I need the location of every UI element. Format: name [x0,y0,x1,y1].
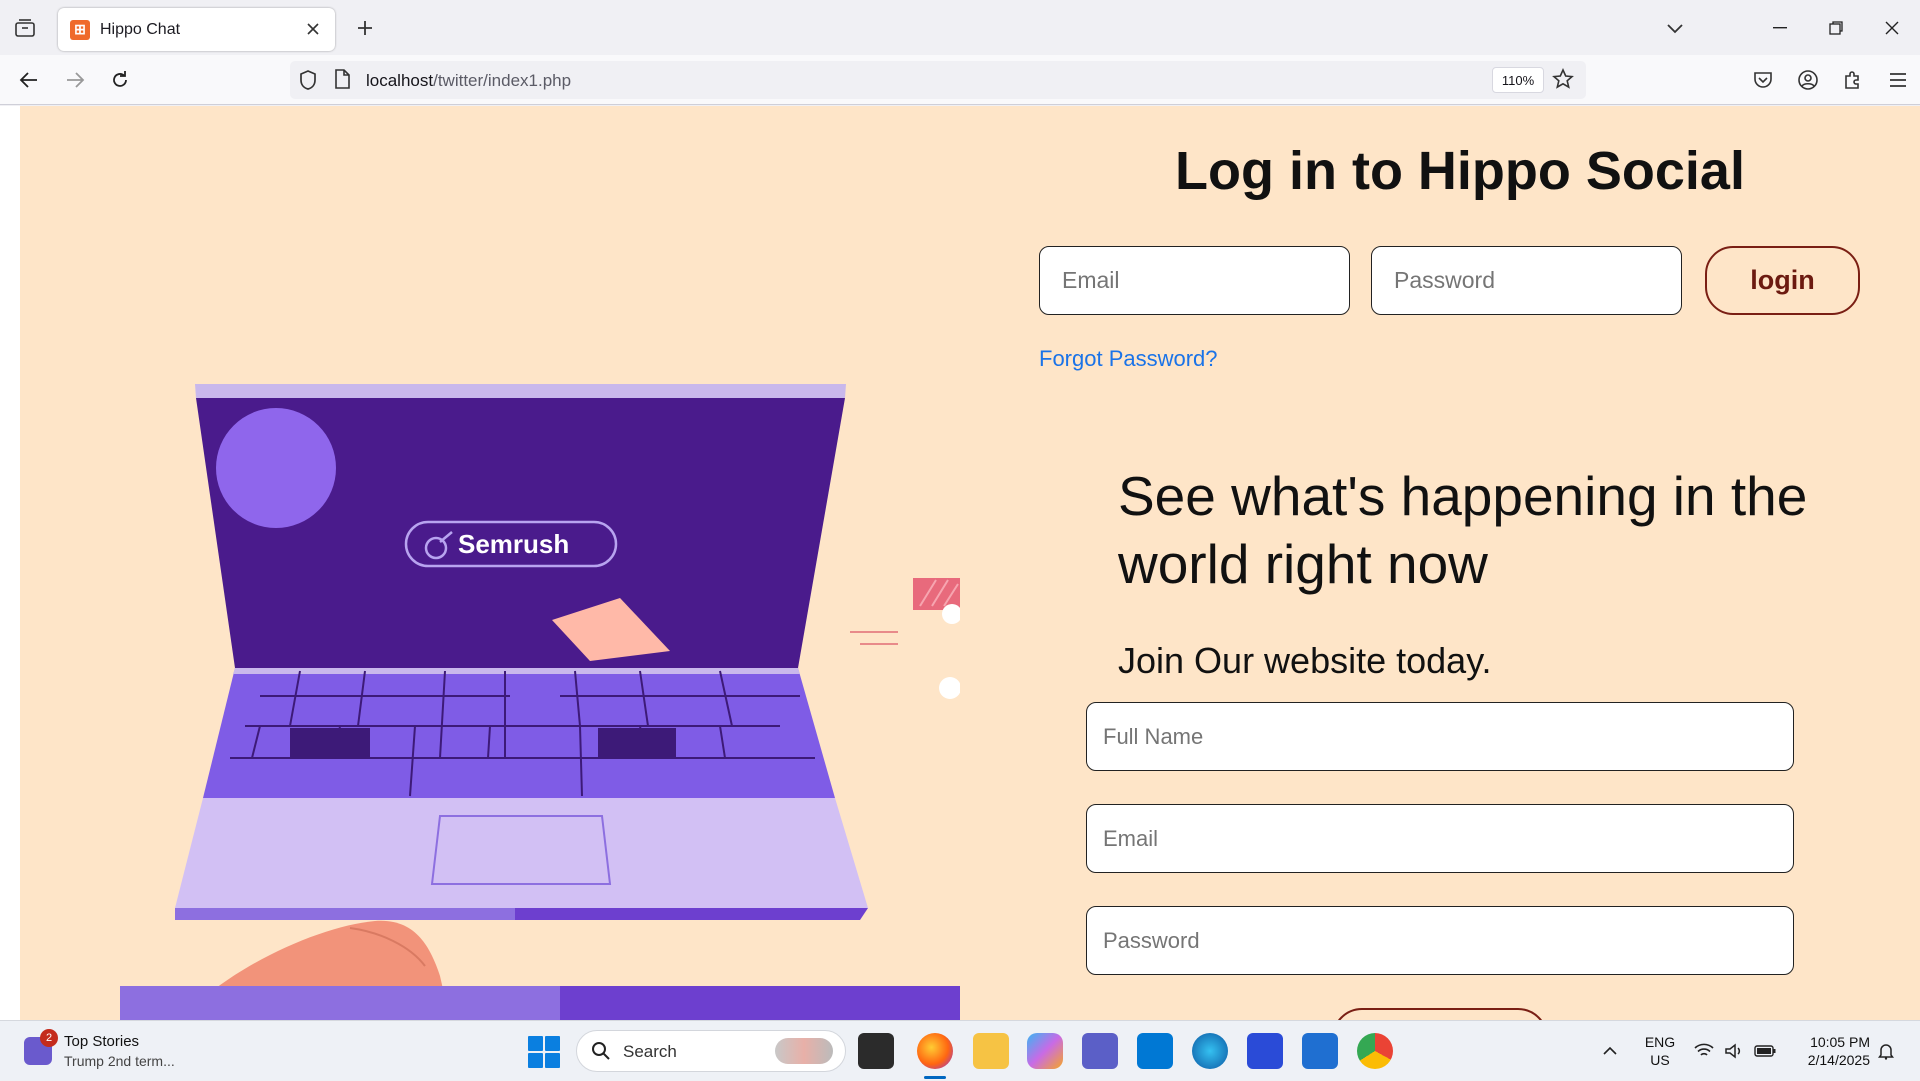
lang-region: US [1650,1052,1670,1068]
account-icon[interactable] [1785,55,1830,105]
address-bar[interactable]: localhost/twitter/index1.php 110% [290,61,1586,99]
file-explorer-icon[interactable] [973,1033,1009,1069]
browser-tabbar: ⊞ Hippo Chat [0,0,1920,55]
close-window-icon[interactable] [1864,0,1920,55]
zoom-level-indicator[interactable]: 110% [1492,67,1544,93]
taskbar-search-box[interactable]: Search [576,1030,846,1072]
vscode-icon[interactable] [1137,1033,1173,1069]
back-arrow-icon[interactable] [12,63,46,97]
login-password-input[interactable] [1371,246,1682,315]
hippo-favicon-icon: ⊞ [70,19,90,40]
restore-icon[interactable] [1808,0,1864,55]
minimize-icon[interactable] [1752,0,1808,55]
bookmark-star-icon[interactable] [1552,68,1574,95]
login-title: Log in to Hippo Social [1175,141,1745,201]
login-email-input[interactable] [1039,246,1350,315]
language-indicator[interactable]: ENG US [1640,1033,1680,1069]
search-icon [591,1041,611,1066]
tray-overflow-chevron-icon[interactable] [1598,1021,1622,1081]
teams-icon[interactable] [1082,1033,1118,1069]
reload-icon[interactable] [103,63,137,97]
app-icon[interactable] [1247,1033,1283,1069]
copilot-icon[interactable] [1027,1033,1063,1069]
news-title: Top Stories [64,1033,140,1050]
auth-panel: Log in to Hippo Social login Forgot Pass… [20,106,1920,1020]
firefox-active-indicator [924,1076,946,1079]
news-subtitle: Trump 2nd term... [64,1053,175,1069]
tab-title: Hippo Chat [100,20,181,38]
signup-headline: See what's happening in the world right … [1118,465,1808,595]
clock-date: 2/14/2025 [1807,1052,1870,1068]
pocket-icon[interactable] [1740,55,1785,105]
windows-taskbar: 2 Top Stories Trump 2nd term... Search E… [0,1020,1920,1080]
page-info-icon[interactable] [334,69,350,94]
join-text: Join Our website today. [1118,640,1492,681]
window-controls [1752,0,1920,55]
search-label: Search [623,1042,677,1061]
news-widget[interactable]: 2 Top Stories Trump 2nd term... [22,1027,222,1075]
signup-password-input[interactable] [1086,906,1794,975]
new-tab-plus-icon[interactable] [350,13,380,43]
tab-overflow-chevron-icon[interactable] [1660,13,1690,43]
windows-start-icon[interactable] [528,1036,560,1068]
signup-button[interactable] [1332,1008,1548,1020]
chrome-icon[interactable] [1357,1033,1393,1069]
extensions-puzzle-icon[interactable] [1830,55,1875,105]
edge-icon[interactable] [1192,1033,1228,1069]
page-viewport: Semrush Log in to Hippo Social Email log… [0,106,1920,1020]
signup-email-input[interactable] [1086,804,1794,873]
search-highlight-image [775,1038,833,1064]
system-clock[interactable]: 10:05 PM 2/14/2025 [1790,1033,1870,1069]
volume-icon[interactable] [1722,1021,1746,1081]
wifi-icon[interactable] [1692,1021,1716,1081]
tracking-shield-icon[interactable] [298,69,318,96]
url-text[interactable]: localhost/twitter/index1.php [366,71,571,91]
news-badge: 2 [40,1029,58,1047]
url-path: /twitter/index1.php [433,71,572,90]
forgot-password-link[interactable]: Forgot Password? [1039,346,1218,372]
signup-fullname-input[interactable] [1086,702,1794,771]
browser-navbar: localhost/twitter/index1.php 110% [0,55,1920,105]
url-host: localhost [366,71,434,90]
task-view-icon[interactable] [858,1033,894,1069]
clock-time: 10:05 PM [1810,1034,1870,1050]
lang-code: ENG [1644,1034,1676,1050]
battery-icon[interactable] [1752,1021,1778,1081]
browser-tab-active[interactable]: ⊞ Hippo Chat [58,8,335,51]
tab-close-icon[interactable] [303,19,323,39]
microsoft-store-icon[interactable] [1302,1033,1338,1069]
page-content: Semrush Log in to Hippo Social Email log… [20,106,1920,1020]
notification-bell-icon[interactable] [1874,1021,1898,1081]
login-button[interactable]: login [1705,246,1860,315]
forward-arrow-icon[interactable] [58,63,92,97]
toolbar-right-icons [1740,55,1920,105]
app-menu-hamburger-icon[interactable] [1875,55,1920,105]
tab-list-icon[interactable] [10,14,40,42]
firefox-icon[interactable] [917,1033,953,1069]
